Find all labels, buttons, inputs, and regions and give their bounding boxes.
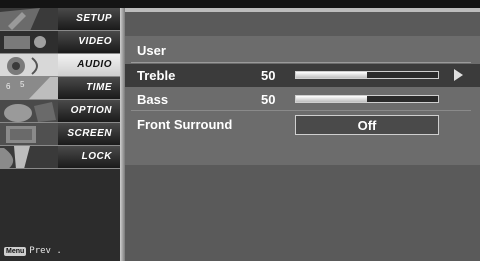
sidebar-item-label: OPTION bbox=[70, 105, 112, 116]
treble-label: Treble bbox=[137, 68, 176, 83]
setup-icon bbox=[0, 8, 58, 30]
sidebar-item-label: SETUP bbox=[76, 13, 112, 24]
sidebar-item-screen[interactable]: SCREEN bbox=[0, 123, 120, 146]
treble-slider-fill bbox=[296, 72, 367, 78]
front-surround-select[interactable]: Off bbox=[295, 115, 439, 135]
sidebar-item-setup[interactable]: SETUP bbox=[0, 8, 120, 31]
bass-slider-fill bbox=[296, 96, 367, 102]
treble-slider[interactable] bbox=[295, 71, 439, 79]
sidebar-item-label: AUDIO bbox=[77, 59, 112, 70]
sidebar-item-label: LOCK bbox=[81, 151, 112, 162]
sidebar-item-lock[interactable]: LOCK bbox=[0, 146, 120, 169]
row-divider bbox=[131, 110, 471, 111]
audio-settings-panel: User Treble 50 Bass 50 Front Surround Of… bbox=[125, 12, 480, 261]
arrow-right-icon[interactable] bbox=[454, 69, 463, 81]
treble-row[interactable]: Treble 50 bbox=[125, 64, 480, 87]
svg-text:5: 5 bbox=[20, 80, 25, 89]
sidebar-item-label: SCREEN bbox=[67, 128, 112, 139]
video-icon bbox=[0, 31, 58, 53]
tv-osd-screen: SETUP VIDEO AUDIO 6 5 TIME OPTION SCREEN… bbox=[0, 0, 480, 261]
option-icon bbox=[0, 100, 58, 122]
top-border bbox=[0, 0, 480, 8]
prev-label: Prev . bbox=[29, 246, 62, 256]
front-surround-value: Off bbox=[357, 118, 377, 133]
bass-label: Bass bbox=[137, 92, 169, 107]
sidebar-item-label: VIDEO bbox=[78, 36, 112, 47]
sidebar-item-audio[interactable]: AUDIO bbox=[0, 54, 120, 77]
menu-key-icon: Menu bbox=[4, 246, 27, 256]
lock-icon bbox=[0, 146, 58, 168]
sidebar-item-option[interactable]: OPTION bbox=[0, 100, 120, 123]
audio-icon bbox=[0, 54, 58, 76]
sidebar-item-time[interactable]: 6 5 TIME bbox=[0, 77, 120, 100]
svg-text:6: 6 bbox=[6, 82, 11, 91]
prev-hint: Menu Prev . bbox=[4, 246, 62, 256]
screen-icon bbox=[0, 123, 58, 145]
front-surround-label: Front Surround bbox=[137, 117, 233, 132]
bass-row[interactable]: Bass 50 bbox=[125, 88, 480, 111]
front-surround-row[interactable]: Front Surround Off bbox=[125, 113, 480, 136]
sidebar: SETUP VIDEO AUDIO 6 5 TIME OPTION SCREEN… bbox=[0, 8, 120, 261]
sidebar-item-video[interactable]: VIDEO bbox=[0, 31, 120, 54]
bass-slider[interactable] bbox=[295, 95, 439, 103]
sidebar-item-label: TIME bbox=[86, 82, 112, 93]
title-divider bbox=[131, 62, 471, 63]
bass-value: 50 bbox=[261, 92, 276, 107]
time-icon: 6 5 bbox=[0, 77, 58, 99]
treble-value: 50 bbox=[261, 68, 276, 83]
panel-title: User bbox=[137, 43, 166, 58]
